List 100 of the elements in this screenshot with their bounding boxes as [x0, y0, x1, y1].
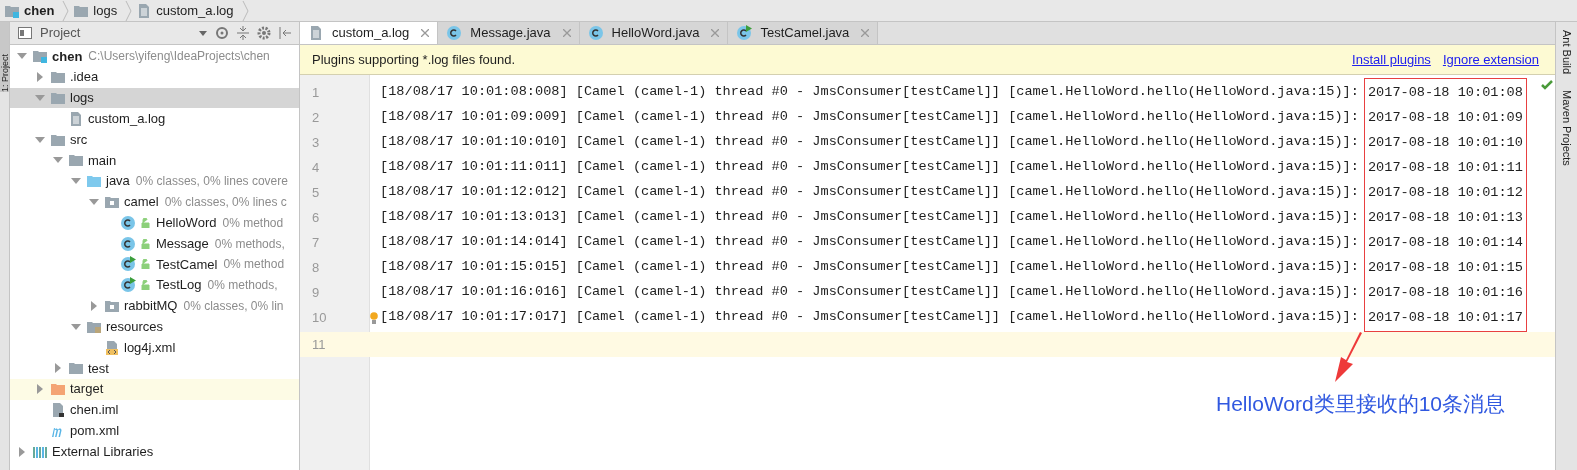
- log-timestamp: 2017-08-18 10:01:12: [1367, 184, 1523, 203]
- log-line: [18/08/17 10:01:12:012] [Camel (camel-1) thread #0 - JmsConsumer[testCamel]] [camel.HelloWord.hello(HelloWord.java:15)]:: [380, 183, 1359, 202]
- editor-tab[interactable]: custom_a.log: [300, 22, 439, 44]
- folder-icon: [50, 90, 66, 106]
- log-timestamp: 2017-08-18 10:01:10: [1367, 134, 1523, 153]
- tree-item[interactable]: custom_a.log: [10, 108, 299, 130]
- coverage-hint: 0% method: [223, 256, 285, 274]
- annotation-text: HelloWord类里接收的10条消息: [1216, 391, 1505, 417]
- class-icon: [587, 25, 604, 41]
- breadcrumb-item[interactable]: logs: [73, 0, 122, 21]
- tree-item[interactable]: chen.iml: [10, 399, 299, 421]
- log-line: [18/08/17 10:01:13:013] [Camel (camel-1) thread #0 - JmsConsumer[testCamel]] [camel.HelloWord.hello(HelloWord.java:15)]:: [380, 208, 1359, 227]
- tree-item[interactable]: chen C:\Users\yifeng\IdeaProjects\chen: [10, 46, 299, 67]
- tree-item[interactable]: target: [10, 378, 299, 400]
- tree-item[interactable]: camel 0% classes, 0% lines c: [10, 191, 299, 213]
- editor-tab[interactable]: TestCamel.java: [728, 22, 879, 44]
- tree-item[interactable]: test: [10, 357, 299, 379]
- tree-item[interactable]: External Libraries: [10, 441, 299, 462]
- close-icon[interactable]: [711, 29, 720, 37]
- editor-tab[interactable]: HelloWord.java: [579, 22, 729, 44]
- test-class-icon: [120, 256, 136, 273]
- log-line: [18/08/17 10:01:08:008] [Camel (camel-1) thread #0 - JmsConsumer[testCamel]] [camel.HelloWord.hello(HelloWord.java:15)]:: [380, 83, 1359, 102]
- log-line: [18/08/17 10:01:11:011] [Camel (camel-1) thread #0 - JmsConsumer[testCamel]] [camel.HelloWord.hello(HelloWord.java:15)]:: [380, 158, 1359, 177]
- log-line: [18/08/17 10:01:14:014] [Camel (camel-1) thread #0 - JmsConsumer[testCamel]] [camel.HelloWord.hello(HelloWord.java:15)]:: [380, 233, 1359, 252]
- breadcrumb-item[interactable]: custom_a.log: [136, 0, 238, 21]
- folder-icon: [86, 173, 102, 190]
- tool-window-tab[interactable]: Maven Projects: [1558, 90, 1575, 166]
- lock-icon: [141, 238, 151, 249]
- tree-item[interactable]: TestCamel 0% method: [10, 253, 299, 275]
- line-number: 10: [311, 308, 328, 327]
- line-number: 9: [311, 283, 321, 302]
- collapse-icon[interactable]: [237, 26, 249, 40]
- log-timestamp: 2017-08-18 10:01:15: [1367, 259, 1523, 278]
- test-class-icon: [736, 25, 753, 41]
- line-number: 5: [311, 183, 321, 202]
- tree-item[interactable]: Message 0% methods,: [10, 233, 299, 254]
- lightbulb-icon[interactable]: [370, 311, 378, 324]
- close-icon[interactable]: [562, 29, 571, 37]
- tree-item[interactable]: logs: [10, 87, 299, 109]
- log-timestamp: 2017-08-18 10:01:14: [1367, 234, 1523, 253]
- folder-icon: [32, 48, 48, 65]
- close-icon[interactable]: [421, 29, 430, 37]
- coverage-hint: 0% classes, 0% lines covere: [135, 173, 288, 191]
- line-number: 4: [311, 158, 321, 177]
- tree-item[interactable]: main: [10, 150, 299, 171]
- class-icon: [120, 235, 136, 252]
- log-timestamp: 2017-08-18 10:01:08: [1367, 84, 1523, 103]
- log-timestamp: 2017-08-18 10:01:09: [1367, 109, 1523, 128]
- arrow: [1334, 332, 1364, 384]
- line-number: 1: [311, 83, 321, 102]
- panel-title: Project: [40, 24, 81, 43]
- log-timestamp: 2017-08-18 10:01:11: [1367, 159, 1523, 178]
- check-icon: [1541, 80, 1553, 90]
- line-number: 11: [311, 335, 327, 354]
- folder-icon: [68, 360, 84, 377]
- lock-icon: [141, 259, 151, 270]
- coverage-hint: 0% method: [222, 214, 284, 232]
- log-timestamp: 2017-08-18 10:01:16: [1367, 284, 1523, 303]
- coverage-hint: 0% methods,: [214, 235, 285, 253]
- tree-item[interactable]: src: [10, 129, 299, 150]
- document-icon: [308, 25, 324, 41]
- tree-item[interactable]: rabbitMQ 0% classes, 0% lin: [10, 295, 299, 317]
- log-line: [18/08/17 10:01:10:010] [Camel (camel-1) thread #0 - JmsConsumer[testCamel]] [camel.HelloWord.hello(HelloWord.java:15)]:: [380, 133, 1359, 152]
- folder-icon: [50, 69, 66, 86]
- document-icon: [50, 401, 66, 418]
- breadcrumb-item[interactable]: chen: [4, 0, 59, 21]
- folder-icon: [50, 381, 66, 398]
- line-number: 2: [311, 108, 321, 127]
- tree-item[interactable]: HelloWord 0% method: [10, 212, 299, 234]
- tool-window-tab[interactable]: Ant Build: [1558, 30, 1575, 75]
- line-number: 3: [311, 133, 321, 152]
- tree-item[interactable]: java 0% classes, 0% lines covere: [10, 170, 299, 192]
- line-number: 6: [311, 208, 321, 227]
- log-line: [18/08/17 10:01:09:009] [Camel (camel-1) thread #0 - JmsConsumer[testCamel]] [camel.HelloWord.hello(HelloWord.java:15)]:: [380, 108, 1359, 127]
- coverage-hint: 0% classes, 0% lines c: [164, 193, 287, 211]
- dropdown-icon[interactable]: [199, 30, 207, 36]
- close-icon[interactable]: [861, 29, 870, 37]
- link[interactable]: Install plugins: [1352, 49, 1431, 70]
- tree-item[interactable]: log4j.xml: [10, 337, 299, 358]
- tree-item[interactable]: TestLog 0% methods,: [10, 274, 299, 296]
- editor-tab[interactable]: Message.java: [438, 22, 580, 44]
- class-icon: [120, 214, 136, 231]
- lock-icon: [141, 280, 151, 291]
- tree-item[interactable]: resources: [10, 316, 299, 338]
- test-class-icon: [120, 277, 136, 294]
- log-timestamp: 2017-08-18 10:01:13: [1367, 209, 1523, 228]
- log-line: [18/08/17 10:01:16:016] [Camel (camel-1) thread #0 - JmsConsumer[testCamel]] [camel.HelloWord.hello(HelloWord.java:15)]:: [380, 283, 1359, 302]
- log-line: [18/08/17 10:01:17:017] [Camel (camel-1) thread #0 - JmsConsumer[testCamel]] [camel.HelloWord.hello(HelloWord.java:15)]:: [380, 308, 1359, 327]
- project-tool-tab[interactable]: 1: Project: [0, 22, 9, 92]
- notification-text: Plugins supporting *.log files found.: [312, 50, 516, 69]
- settings-icon[interactable]: [257, 26, 271, 40]
- tree-item[interactable]: .idea: [10, 66, 299, 88]
- log-line: [18/08/17 10:01:15:015] [Camel (camel-1) thread #0 - JmsConsumer[testCamel]] [camel.HelloWord.hello(HelloWord.java:15)]:: [380, 258, 1359, 277]
- class-icon: [446, 25, 463, 41]
- tree-item[interactable]: pom.xml: [10, 420, 299, 442]
- crosshair-icon[interactable]: [215, 26, 229, 40]
- link[interactable]: Ignore extension: [1442, 49, 1539, 70]
- panel-icon: [18, 27, 32, 39]
- hide-icon[interactable]: [279, 27, 291, 39]
- xml-file-icon: [104, 339, 120, 356]
